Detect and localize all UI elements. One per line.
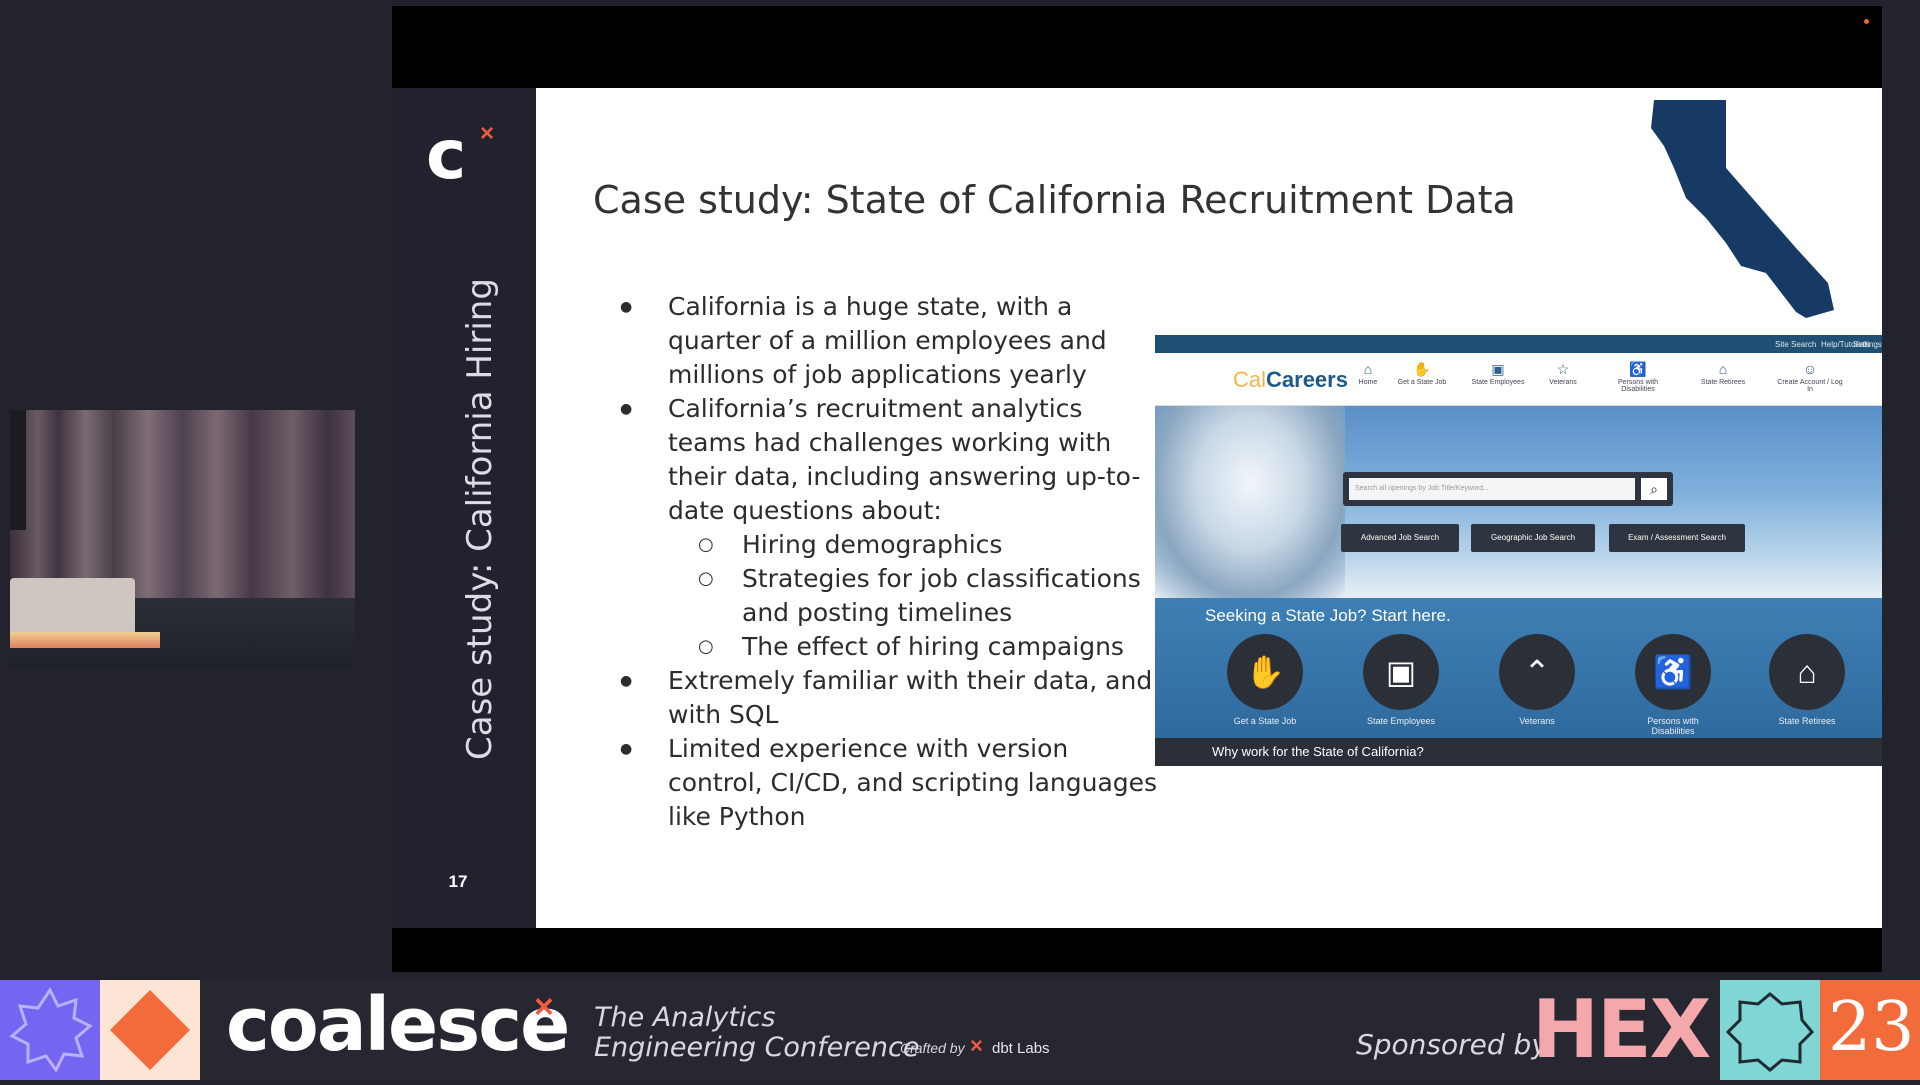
tagline-line-1: The Analytics [594,1002,776,1033]
category-label: Veterans [1519,716,1555,726]
capitol-icon: ⌂ [1769,634,1845,710]
bullet-text: California’s recruitment analytics teams… [668,394,1141,525]
user-icon: ☺ [1802,361,1818,377]
bullet-list: California is a huge state, with a quart… [620,290,1160,834]
site-search-link[interactable]: Site Search [1775,340,1816,349]
badge-icon: ▣ [1363,634,1439,710]
calcareers-hero: Search all openings by Job Title/Keyword… [1155,406,1882,598]
category-label: State Retirees [1778,716,1836,726]
bullet-item: Extremely familiar with their data, and … [620,664,1160,732]
purple-star-tile [0,980,100,1080]
nav-veterans[interactable]: ☆ Veterans [1528,361,1598,386]
california-map-icon [1651,100,1834,318]
nav-state-employees[interactable]: ▣ State Employees [1463,361,1533,386]
bullet-item: California is a huge state, with a quart… [620,290,1160,392]
search-icon[interactable]: ⌕ [1641,478,1667,500]
category-get-a-state-job[interactable]: ✋ Get a State Job [1227,634,1303,726]
bullet-text: California is a huge state, with a quart… [668,292,1107,389]
hex-sponsor-logo: HEX [1532,983,1711,1076]
tagline-line-2: Engineering Conference [594,1032,920,1063]
category-label: State Employees [1366,716,1436,726]
sub-bullet-list: Hiring demographics Strategies for job c… [668,528,1160,664]
slide-side-title: Case study: California Hiring [460,278,500,760]
handshake-icon: ✋ [1413,361,1431,377]
star-icon: ☆ [1556,361,1570,377]
camera-shadow [10,410,26,530]
diamond-icon [110,990,190,1070]
seeking-heading: Seeking a State Job? Start here. [1205,606,1451,625]
sub-bullet-item: Strategies for job classifications and p… [668,562,1160,630]
badge-icon: ▣ [1491,361,1505,377]
coalesce-logo-letter: c [426,116,467,195]
sub-bullet-item: Hiring demographics [668,528,1160,562]
nav-get-a-state-job[interactable]: ✋ Get a State Job [1387,361,1457,386]
calcareers-categories-band: Seeking a State Job? Start here. ✋ Get a … [1155,598,1882,738]
dbt-labs-wordmark: dbt Labs [992,1040,1050,1057]
brand-cal: Cal [1233,367,1267,392]
teal-badge-tile [1720,980,1820,1080]
capitol-icon: ⌂ [1718,361,1728,377]
sponsored-by-label: Sponsored by [1356,1028,1548,1061]
nav-create-account[interactable]: ☺ Create Account / Log In [1775,361,1845,393]
calcareers-nav: CalCareers ⌂ Home ✋ Get a State Job ▣ State… [1155,353,1882,406]
bullet-item: California’s recruitment analytics teams… [620,392,1160,664]
category-label: Persons with Disabilities [1647,716,1699,736]
category-persons-with-disabilities[interactable]: ♿ Persons with Disabilities [1635,634,1711,736]
category-veterans[interactable]: ⌃ Veterans [1499,634,1575,726]
nav-label: Create Account / Log In [1777,379,1843,393]
nav-label: State Retirees [1700,379,1746,386]
chevrons-up-icon: ⌃ [1499,634,1575,710]
badge-outline-icon [1725,992,1815,1072]
slide-title: Case study: State of California Recruitm… [593,178,1516,222]
stage-top-letterbox [392,6,1882,88]
bullet-text: Extremely familiar with their data, and … [668,666,1153,729]
year-label: 23 [1828,988,1915,1067]
calcareers-utility-strip: Site Search Help/Tutorials Settings [1155,335,1882,353]
calcareers-screenshot: Site Search Help/Tutorials Settings CalC… [1155,335,1882,771]
job-search-input[interactable]: Search all openings by Job Title/Keyword… [1349,478,1635,500]
stage-bottom-letterbox [392,928,1882,972]
wheelchair-icon: ♿ [1635,634,1711,710]
star-badge-icon [9,987,93,1073]
nav-label: State Employees [1471,379,1525,386]
geographic-job-search-button[interactable]: Geographic Job Search [1471,524,1595,552]
category-state-retirees[interactable]: ⌂ State Retirees [1769,634,1845,726]
crafted-by-label: Crafted by [900,1040,965,1056]
exam-assessment-search-button[interactable]: Exam / Assessment Search [1609,524,1745,552]
job-search-bar: Search all openings by Job Title/Keyword… [1343,472,1673,506]
coalesce-logo-mark: × [480,120,495,147]
podium-edge [10,632,160,648]
calcareers-logo[interactable]: CalCareers [1233,367,1348,393]
coalesce-wordmark-mark: × [534,988,554,1026]
bullet-text: Limited experience with version control,… [668,734,1158,831]
category-state-employees[interactable]: ▣ State Employees [1363,634,1439,726]
sub-bullet-item: The effect of hiring campaigns [668,630,1160,664]
nav-state-retirees[interactable]: ⌂ State Retirees [1688,361,1758,386]
advanced-job-search-button[interactable]: Advanced Job Search [1341,524,1459,552]
nav-label: Persons with Disabilities [1617,379,1659,393]
handshake-icon: ✋ [1227,634,1303,710]
coalesce-wordmark: coalesce [226,982,570,1068]
speaker-camera-feed [10,410,355,668]
peach-diamond-tile [100,980,200,1080]
settings-link[interactable]: Settings [1853,340,1882,349]
slide-number: 17 [448,872,468,891]
category-label: Get a State Job [1233,716,1297,726]
dbt-logo-mark: × [970,1033,983,1058]
nav-label: Get a State Job [1397,379,1447,386]
bullet-item: Limited experience with version control,… [620,732,1160,834]
recording-dot [1864,19,1869,24]
why-work-link[interactable]: Why work for the State of California? [1155,738,1882,766]
wheelchair-icon: ♿ [1629,361,1647,377]
snowy-tree-image [1155,406,1345,598]
nav-label: Veterans [1549,379,1577,386]
nav-persons-with-disabilities[interactable]: ♿ Persons with Disabilities [1603,361,1673,393]
